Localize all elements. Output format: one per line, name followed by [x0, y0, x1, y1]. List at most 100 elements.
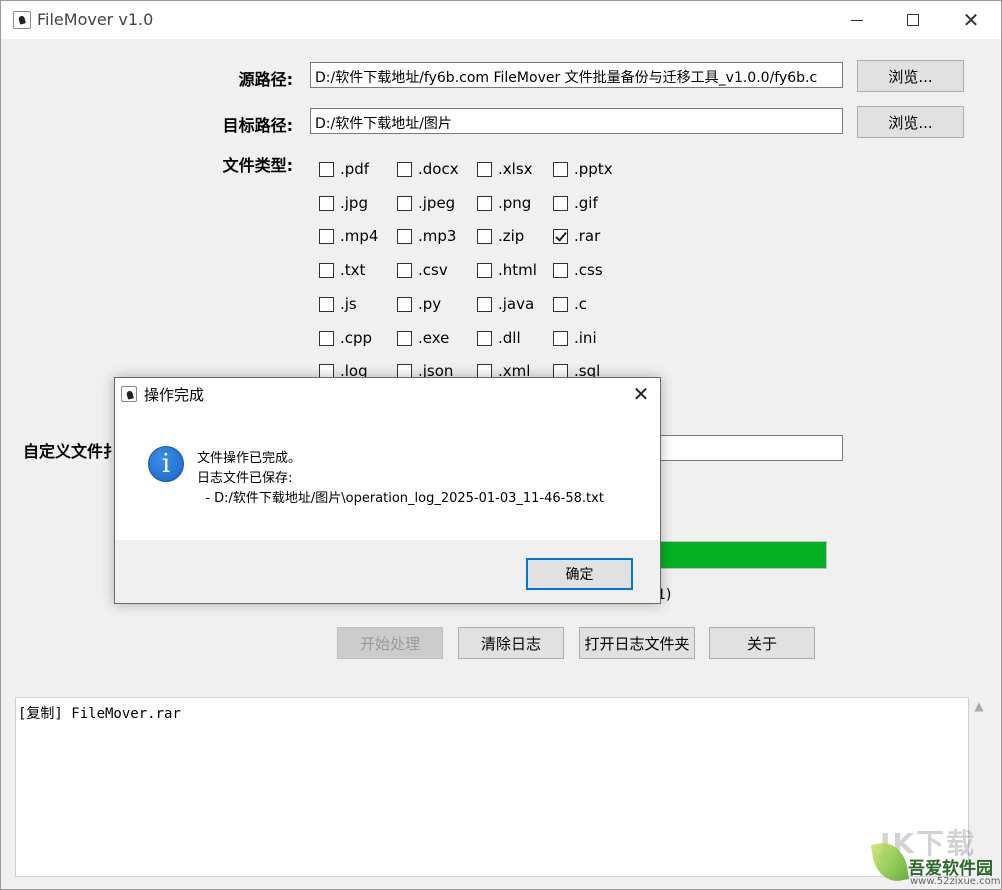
dialog-title-bar[interactable]: 操作完成 ✕ — [115, 378, 660, 410]
filetype-label: .csv — [418, 261, 448, 279]
filetype-checkbox-item[interactable]: .java — [477, 294, 534, 314]
filetype-label: .jpeg — [418, 194, 456, 212]
custom-ext-label: 自定义文件扌 — [23, 442, 120, 461]
scroll-up-icon[interactable]: ▲ — [969, 699, 989, 719]
app-icon — [13, 11, 31, 29]
about-button[interactable]: 关于 — [709, 627, 815, 659]
checkbox-icon[interactable] — [397, 161, 412, 177]
filetype-label: .ini — [574, 329, 597, 347]
title-bar[interactable]: FileMover v1.0 ✕ — [1, 1, 1001, 39]
checkbox-icon[interactable] — [477, 161, 492, 177]
filetype-checkbox-item[interactable]: .zip — [477, 226, 524, 246]
file-types-label: 文件类型: — [222, 156, 293, 175]
custom-ext-input[interactable] — [641, 435, 843, 461]
checkbox-icon[interactable] — [397, 262, 412, 278]
filetype-checkbox-item[interactable]: .exe — [397, 328, 449, 348]
filetype-checkbox-item[interactable]: .jpeg — [397, 193, 455, 213]
checkbox-icon[interactable] — [397, 195, 412, 211]
filetype-label: .java — [498, 295, 535, 313]
checkbox-icon[interactable] — [397, 330, 412, 346]
filetype-checkbox-item[interactable]: .mp3 — [397, 226, 456, 246]
dialog-close-button[interactable]: ✕ — [623, 380, 659, 408]
completion-dialog: 操作完成 ✕ i 文件操作已完成。 日志文件已保存: - D:/软件下载地址/图… — [114, 377, 661, 604]
minimize-button[interactable] — [827, 1, 887, 39]
target-path-input[interactable]: D:/软件下载地址/图片 — [310, 108, 843, 134]
filetype-label: .exe — [418, 329, 450, 347]
checkbox-icon[interactable] — [477, 195, 492, 211]
filetype-checkbox-item[interactable]: .mp4 — [319, 226, 378, 246]
checkbox-icon[interactable] — [477, 296, 492, 312]
progress-bar — [655, 541, 827, 569]
checkbox-icon[interactable] — [319, 228, 334, 244]
dialog-title: 操作完成 — [144, 386, 205, 404]
filetype-label: .png — [498, 194, 532, 212]
filetype-checkbox-item[interactable]: .js — [319, 294, 357, 314]
filetype-checkbox-item[interactable]: .png — [477, 193, 531, 213]
progress-fill — [656, 542, 826, 568]
filetype-checkbox-item[interactable]: .pdf — [319, 159, 369, 179]
dialog-message-path: - D:/软件下载地址/图片\operation_log_2025-01-03_… — [197, 491, 604, 506]
checkbox-icon[interactable] — [477, 228, 492, 244]
filetype-checkbox-item[interactable]: .txt — [319, 260, 365, 280]
filetype-label: .pdf — [340, 160, 370, 178]
checkbox-icon[interactable] — [319, 330, 334, 346]
checkbox-icon[interactable] — [553, 228, 568, 244]
checkbox-icon[interactable] — [397, 296, 412, 312]
source-path-input[interactable]: D:/软件下载地址/fy6b.com FileMover 文件批量备份与迁移工具… — [310, 62, 843, 88]
filetype-checkbox-item[interactable]: .py — [397, 294, 441, 314]
filetype-checkbox-item[interactable]: .css — [553, 260, 603, 280]
checkbox-icon[interactable] — [319, 195, 334, 211]
checkbox-icon[interactable] — [477, 330, 492, 346]
checkbox-icon[interactable] — [553, 161, 568, 177]
checkbox-icon[interactable] — [553, 262, 568, 278]
checkbox-icon[interactable] — [553, 296, 568, 312]
dialog-message-line: 日志文件已保存: — [197, 471, 293, 486]
filetype-checkbox-item[interactable]: .gif — [553, 193, 598, 213]
close-button[interactable]: ✕ — [941, 1, 1001, 39]
filetype-label: .mp3 — [418, 227, 457, 245]
filetype-label: .js — [340, 295, 357, 313]
filetype-label: .txt — [340, 261, 366, 279]
maximize-icon — [907, 14, 919, 26]
filetype-checkbox-item[interactable]: .jpg — [319, 193, 368, 213]
open-log-folder-button[interactable]: 打开日志文件夹 — [579, 627, 695, 659]
filetype-label: .py — [418, 295, 442, 313]
filetype-checkbox-item[interactable]: .rar — [553, 226, 600, 246]
filetype-checkbox-item[interactable]: .xlsx — [477, 159, 533, 179]
clear-log-button[interactable]: 清除日志 — [458, 627, 564, 659]
checkbox-icon[interactable] — [553, 330, 568, 346]
close-icon: ✕ — [962, 8, 980, 32]
filetype-checkbox-item[interactable]: .docx — [397, 159, 459, 179]
source-browse-button[interactable]: 浏览... — [857, 60, 964, 92]
checkbox-icon[interactable] — [397, 228, 412, 244]
filetype-checkbox-item[interactable]: .html — [477, 260, 537, 280]
filetype-checkbox-item[interactable]: .dll — [477, 328, 521, 348]
checkbox-icon[interactable] — [319, 296, 334, 312]
filetype-label: .xlsx — [498, 160, 533, 178]
dialog-message-line: 文件操作已完成。 — [197, 451, 302, 466]
checkbox-icon[interactable] — [319, 161, 334, 177]
filetype-checkbox-item[interactable]: .csv — [397, 260, 448, 280]
maximize-button[interactable] — [883, 1, 943, 39]
info-icon: i — [148, 446, 184, 482]
filetype-label: .mp4 — [340, 227, 379, 245]
log-textarea[interactable]: [复制] FileMover.rar — [15, 697, 969, 877]
checkbox-icon[interactable] — [477, 262, 492, 278]
filetype-checkbox-item[interactable]: .pptx — [553, 159, 613, 179]
target-path-label: 目标路径: — [222, 116, 293, 135]
filetype-checkbox-item[interactable]: .cpp — [319, 328, 372, 348]
filetype-label: .gif — [574, 194, 598, 212]
close-icon: ✕ — [632, 382, 650, 406]
filetype-checkbox-item[interactable]: .c — [553, 294, 587, 314]
checkbox-icon[interactable] — [319, 262, 334, 278]
filetype-label: .cpp — [340, 329, 373, 347]
filetype-label: .zip — [498, 227, 525, 245]
checkbox-icon[interactable] — [553, 195, 568, 211]
dialog-footer: 确定 — [115, 540, 660, 603]
minimize-icon — [851, 19, 863, 21]
filetype-checkbox-item[interactable]: .ini — [553, 328, 597, 348]
dialog-ok-button[interactable]: 确定 — [526, 558, 633, 590]
target-browse-button[interactable]: 浏览... — [857, 106, 964, 138]
filetype-label: .docx — [418, 160, 459, 178]
start-button[interactable]: 开始处理 — [337, 627, 443, 659]
